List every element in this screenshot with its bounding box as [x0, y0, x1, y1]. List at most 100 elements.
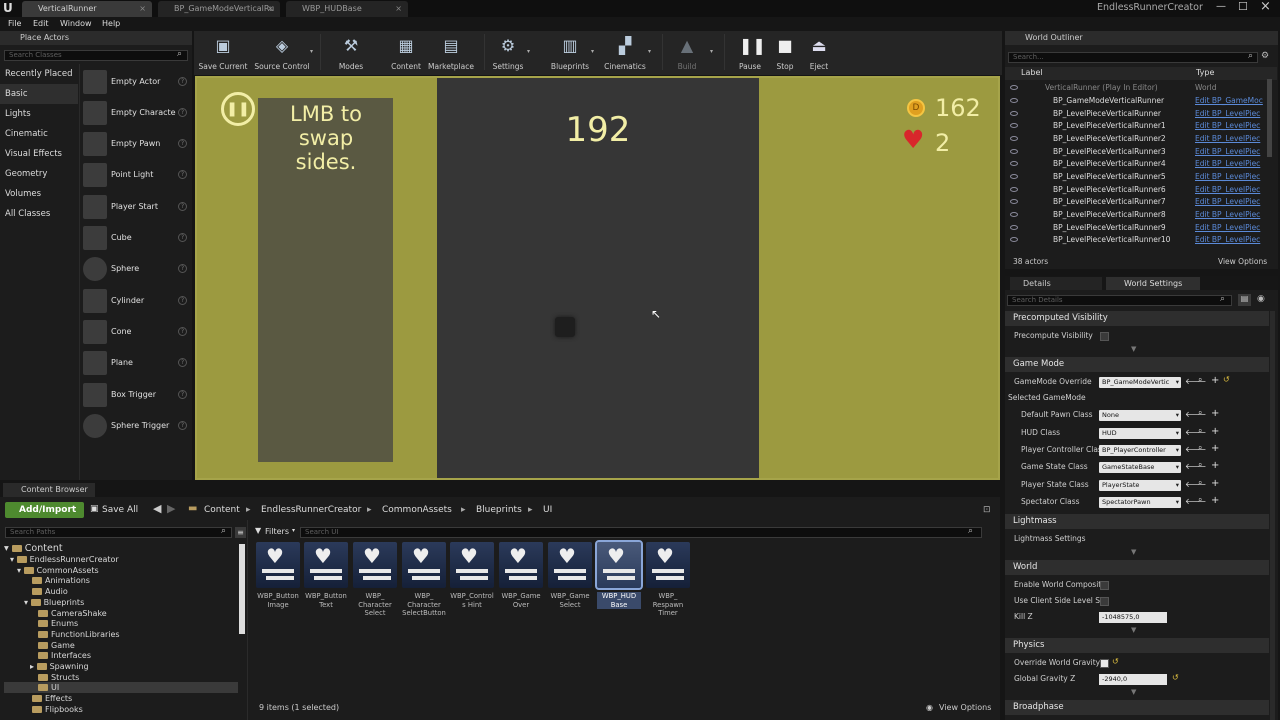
tree-item[interactable]: Game [4, 641, 238, 652]
outliner-row[interactable]: BP_LevelPieceVerticalRunner3 Edit BP_Leve… [1009, 146, 1271, 159]
actor-cone[interactable]: Cone? [82, 317, 190, 347]
list-view-icon[interactable]: ≡ [235, 527, 246, 538]
visibility-icon[interactable] [1010, 123, 1018, 128]
outliner-row[interactable]: BP_LevelPieceVerticalRunner5 Edit BP_Leve… [1009, 171, 1271, 184]
visibility-icon[interactable] [1010, 174, 1018, 179]
actor-player-start[interactable]: Player Start? [82, 192, 190, 222]
tree-item[interactable]: Enums [4, 619, 238, 630]
category-geometry[interactable]: Geometry [0, 164, 78, 184]
outliner-row[interactable]: BP_LevelPieceVerticalRunner9 Edit BP_Leve… [1009, 222, 1271, 235]
arrow-left-icon[interactable]: 🡐 [1185, 479, 1206, 489]
breadcrumb-commonassets[interactable]: CommonAssets [382, 503, 452, 517]
grid-view-icon[interactable]: ▤ [1238, 294, 1251, 306]
chevron-down-icon[interactable]: ▾ [527, 48, 530, 55]
hud-class-select[interactable]: HUD [1099, 428, 1181, 439]
build-button[interactable]: ▲ Build [660, 34, 714, 72]
search-paths-input[interactable]: Search Paths [5, 527, 232, 538]
actor-sphere-trigger[interactable]: Sphere Trigger? [82, 411, 190, 441]
details-scrollbar[interactable] [1270, 311, 1275, 720]
tab-details[interactable]: Details [1010, 277, 1102, 290]
maximize-icon[interactable]: ☐ [1238, 0, 1248, 13]
expand-icon[interactable]: ▼ [1131, 688, 1136, 696]
close-icon[interactable]: × [395, 1, 402, 16]
row-type[interactable]: Edit BP_LevelPiec [1195, 133, 1260, 145]
menu-window[interactable]: Window [60, 17, 92, 31]
close-icon[interactable]: × [139, 1, 146, 16]
visibility-icon[interactable] [1010, 98, 1018, 103]
chevron-down-icon[interactable]: ▾ [648, 48, 651, 55]
plus-icon[interactable]: + [1211, 478, 1219, 489]
player-controller-class-select[interactable]: BP_PlayerController [1099, 445, 1181, 456]
outliner-view-options[interactable]: View Options [1218, 257, 1267, 266]
row-type[interactable]: Edit BP_GameMoc [1195, 95, 1263, 107]
actor-cube[interactable]: Cube? [82, 223, 190, 253]
actor-sphere[interactable]: Sphere? [82, 254, 190, 284]
row-type[interactable]: Edit BP_LevelPiec [1195, 146, 1260, 158]
override-world-gravity-checkbox[interactable] [1100, 659, 1109, 668]
actor-empty-pawn[interactable]: Empty Pawn? [82, 129, 190, 159]
reset-icon[interactable]: ↺ [1223, 375, 1230, 384]
outliner-row[interactable]: BP_LevelPieceVerticalRunner7 Edit BP_Leve… [1009, 196, 1271, 209]
plus-icon[interactable]: + [1211, 443, 1219, 454]
tree-item[interactable]: Structs [4, 673, 238, 684]
use-client-side-checkbox[interactable] [1100, 597, 1109, 606]
marketplace-button[interactable]: ▤ Marketplace [424, 34, 478, 72]
section-broadphase[interactable]: Broadphase [1005, 700, 1269, 715]
arrow-left-icon[interactable]: 🡐 [1185, 461, 1206, 471]
visibility-icon[interactable] [1010, 187, 1018, 192]
arrow-left-icon[interactable]: 🡐 [1185, 427, 1206, 437]
category-cinematic[interactable]: Cinematic [0, 124, 78, 144]
plus-icon[interactable]: + [1211, 460, 1219, 471]
chevron-down-icon[interactable]: ▾ [310, 48, 313, 55]
help-icon[interactable]: ? [178, 421, 187, 430]
game-state-class-select[interactable]: GameStateBase [1099, 462, 1181, 473]
chevron-down-icon[interactable]: ▾ [710, 48, 713, 55]
row-type[interactable]: Edit BP_LevelPiec [1195, 108, 1260, 120]
tree-item-content[interactable]: ▾ Content [4, 543, 238, 555]
search-ui-input[interactable]: Search UI [300, 527, 982, 538]
menu-help[interactable]: Help [102, 17, 120, 31]
tab-gamemode[interactable]: BP_GameModeVerticalRu × [158, 1, 280, 17]
settings-icon[interactable]: ⚙ [1261, 51, 1269, 61]
tree-item[interactable]: ▾ CommonAssets [4, 566, 238, 577]
visibility-icon[interactable] [1010, 136, 1018, 141]
menu-file[interactable]: File [8, 17, 21, 31]
selected-gamemode-label[interactable]: Selected GameMode [1008, 392, 1086, 404]
asset-tile[interactable]: ♥ WBP_Button Text [304, 542, 348, 609]
visibility-icon[interactable] [1010, 225, 1018, 230]
help-icon[interactable]: ? [178, 358, 187, 367]
content-view-options[interactable]: View Options [939, 703, 991, 712]
visibility-icon[interactable] [1010, 161, 1018, 166]
expand-icon[interactable]: ▼ [1131, 345, 1136, 353]
tree-item[interactable]: Effects [4, 694, 238, 705]
tree-item[interactable]: Flipbooks [4, 705, 238, 716]
help-icon[interactable]: ? [178, 296, 187, 305]
outliner-row[interactable]: BP_LevelPieceVerticalRunner2 Edit BP_Leve… [1009, 133, 1271, 146]
breadcrumb-ui[interactable]: UI [543, 503, 552, 517]
actor-empty-actor[interactable]: Empty Actor? [82, 67, 190, 97]
actor-point-light[interactable]: Point Light? [82, 160, 190, 190]
tree-item[interactable]: ▸ Spawning [4, 662, 238, 673]
visibility-icon[interactable] [1010, 212, 1018, 217]
help-icon[interactable]: ? [178, 77, 187, 86]
save-current-button[interactable]: ▣ Save Current [196, 34, 250, 72]
asset-tile[interactable]: ♥ WBP_Game Select [548, 542, 592, 609]
minimize-icon[interactable]: — [1216, 1, 1226, 12]
chevron-down-icon[interactable]: ▾ [591, 48, 594, 55]
default-pawn-class-select[interactable]: None [1099, 410, 1181, 421]
lock-icon[interactable]: ⊡ [983, 505, 991, 515]
blueprints-button[interactable]: ▥ Blueprints [543, 34, 597, 72]
browse-icon[interactable]: ⌕ [1198, 375, 1202, 385]
row-type[interactable]: Edit BP_LevelPiec [1195, 120, 1260, 132]
tab-verticalrunner[interactable]: VerticalRunner × [22, 1, 152, 17]
asset-tile[interactable]: ♥ WBP_ Character Select [353, 542, 397, 618]
outliner-row[interactable]: BP_LevelPieceVerticalRunner6 Edit BP_Leve… [1009, 184, 1271, 197]
tree-item[interactable]: ▾ Blueprints [4, 598, 238, 609]
category-visual-effects[interactable]: Visual Effects [0, 144, 78, 164]
category-volumes[interactable]: Volumes [0, 184, 78, 204]
section-physics[interactable]: Physics [1005, 638, 1269, 653]
browse-icon[interactable]: ⌕ [1198, 408, 1202, 418]
outliner-row[interactable]: BP_GameModeVerticalRunner Edit BP_GameMoc [1009, 95, 1271, 108]
plus-icon[interactable]: + [1211, 426, 1219, 437]
tree-scrollbar[interactable] [239, 544, 245, 634]
